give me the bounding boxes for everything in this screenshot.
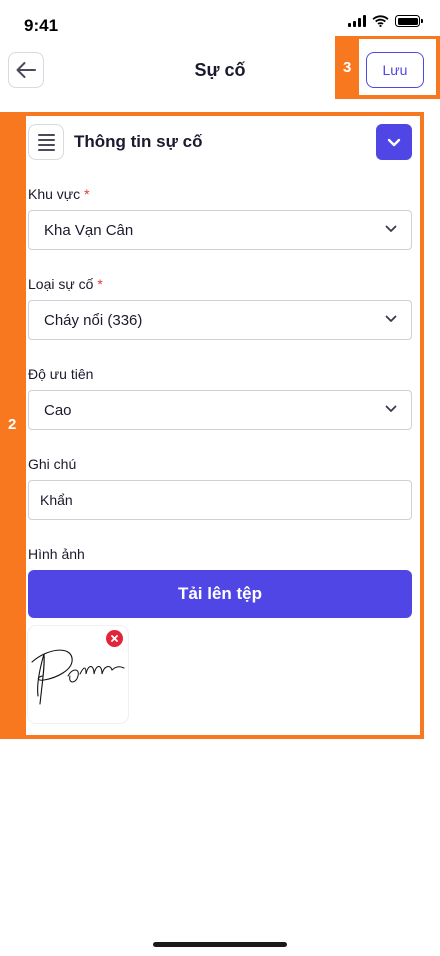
area-select[interactable]: Kha Vạn Cân bbox=[28, 210, 412, 250]
priority-label: Độ ưu tiên bbox=[28, 366, 94, 382]
upload-file-button[interactable]: Tải lên tệp bbox=[28, 570, 412, 618]
note-label: Ghi chú bbox=[28, 456, 77, 472]
attachment-thumbnail[interactable] bbox=[28, 626, 128, 723]
wifi-icon bbox=[372, 15, 389, 27]
cellular-signal-icon bbox=[348, 15, 366, 27]
section-header: Thông tin sự cố bbox=[28, 124, 416, 160]
collapse-button[interactable] bbox=[376, 124, 412, 160]
area-label: Khu vực * bbox=[28, 186, 90, 202]
chevron-down-icon bbox=[385, 315, 397, 322]
annotation-badge-3: 3 bbox=[343, 59, 352, 76]
required-mark: * bbox=[97, 276, 103, 292]
priority-select-value: Cao bbox=[44, 402, 72, 419]
annotation-badge-2: 2 bbox=[8, 416, 17, 433]
incident-type-label: Loại sự cố * bbox=[28, 276, 103, 292]
hamburger-menu-icon[interactable] bbox=[28, 124, 64, 160]
save-button[interactable]: Lưu bbox=[366, 52, 424, 88]
home-indicator bbox=[153, 942, 287, 947]
priority-select[interactable]: Cao bbox=[28, 390, 412, 430]
incident-form: Thông tin sự cố Khu vực * Kha Vạn Cân Loạ… bbox=[26, 116, 420, 735]
section-title: Thông tin sự cố bbox=[74, 132, 203, 151]
incident-type-select[interactable]: Cháy nổi (336) bbox=[28, 300, 412, 340]
battery-icon bbox=[395, 15, 423, 27]
images-label: Hình ảnh bbox=[28, 546, 85, 562]
required-mark: * bbox=[84, 186, 90, 202]
incident-type-select-value: Cháy nổi (336) bbox=[44, 312, 143, 329]
chevron-down-icon bbox=[387, 138, 401, 146]
note-input[interactable] bbox=[28, 480, 412, 520]
area-select-value: Kha Vạn Cân bbox=[44, 222, 134, 239]
status-icons bbox=[348, 15, 423, 27]
close-circle-icon[interactable] bbox=[106, 630, 123, 647]
status-time: 9:41 bbox=[24, 16, 59, 35]
chevron-down-icon bbox=[385, 405, 397, 412]
chevron-down-icon bbox=[385, 225, 397, 232]
